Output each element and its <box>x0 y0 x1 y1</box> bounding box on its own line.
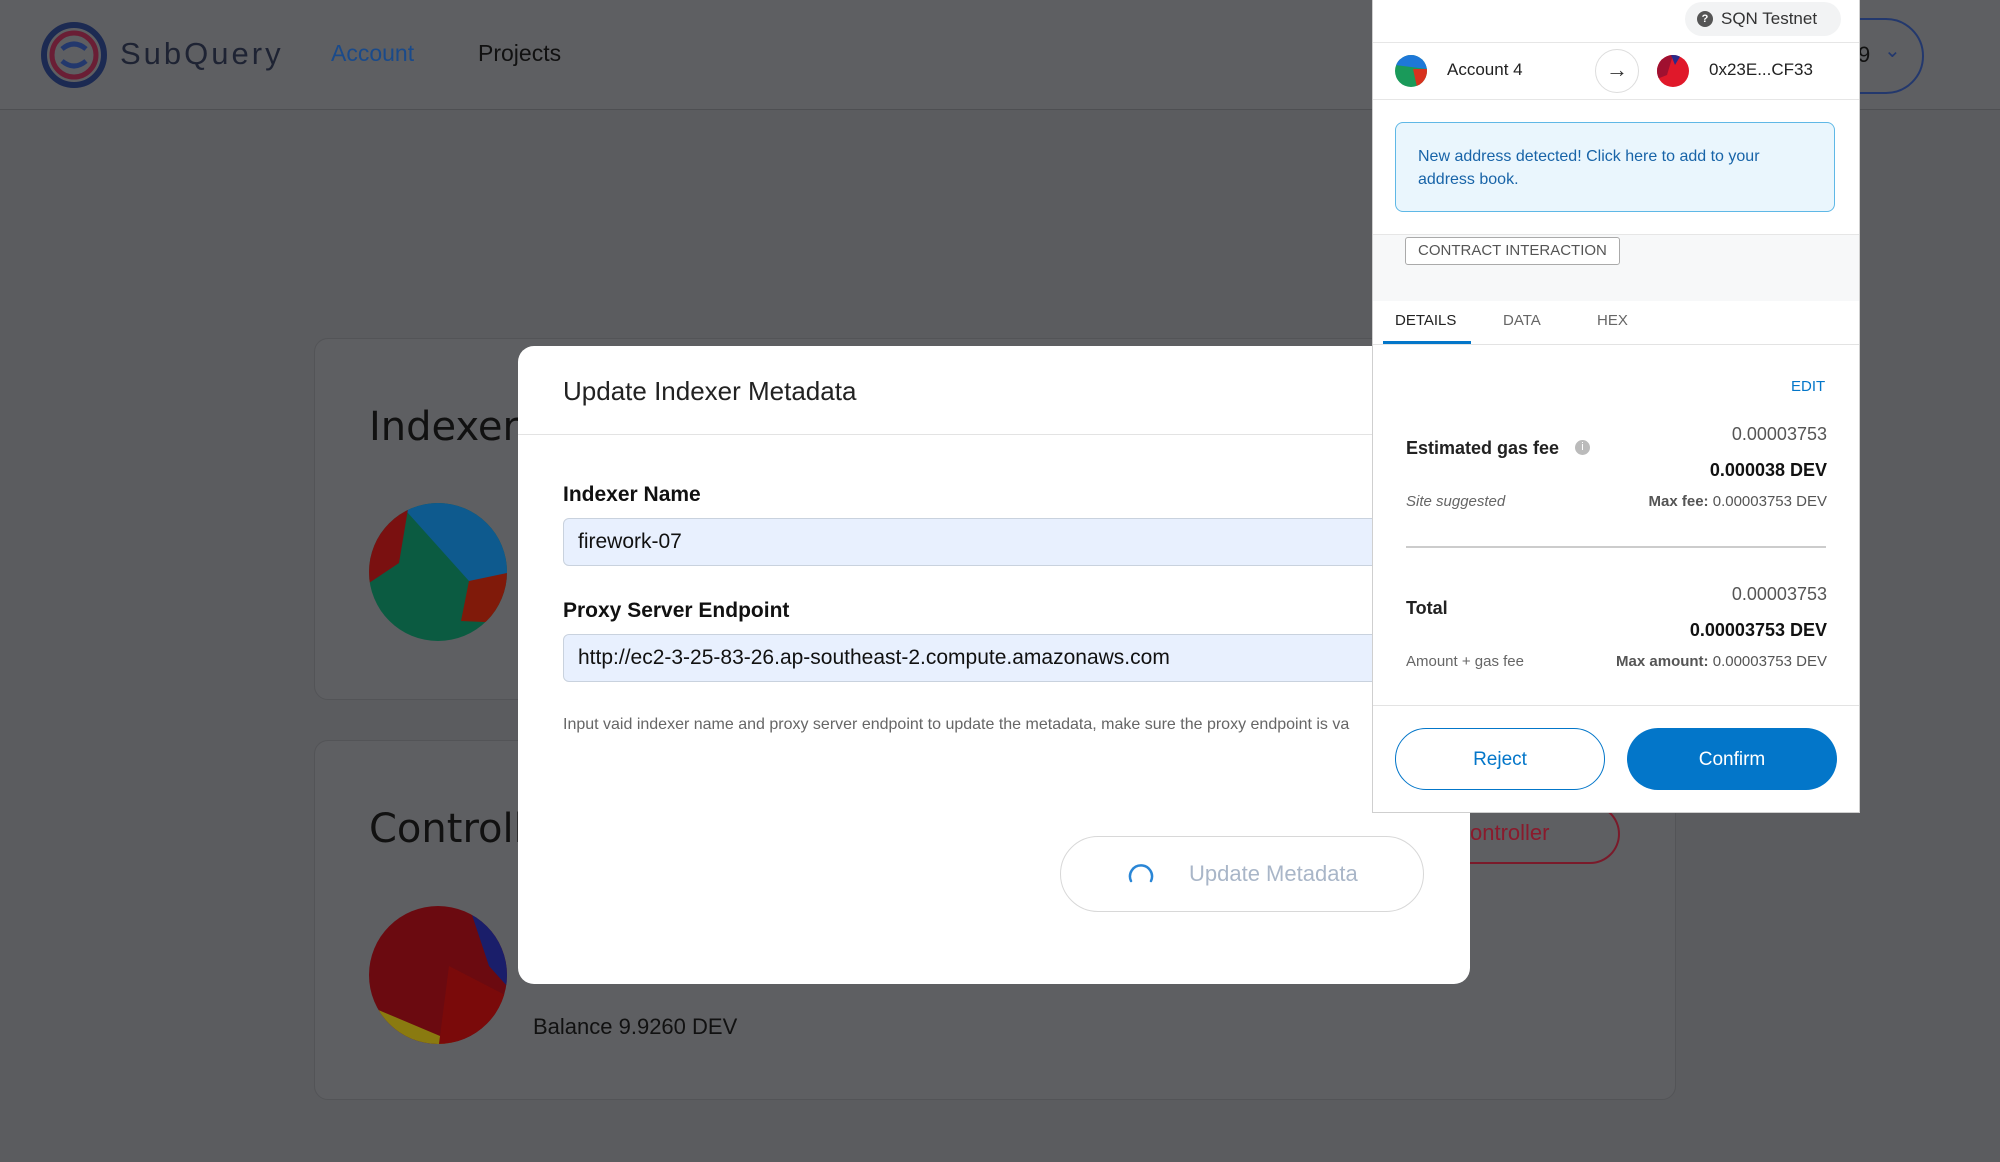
new-address-notice[interactable]: New address detected! Click here to add … <box>1395 122 1835 212</box>
from-account-name: Account 4 <box>1447 60 1523 79</box>
reject-button[interactable]: Reject <box>1395 728 1605 790</box>
total-label: Total <box>1406 598 1448 618</box>
tab-data[interactable]: DATA <box>1503 312 1541 329</box>
proxy-endpoint-label: Proxy Server Endpoint <box>563 599 790 622</box>
edit-gas-link[interactable]: EDIT <box>1791 378 1825 395</box>
max-amount-value: 0.00003753 DEV <box>1712 653 1827 670</box>
controller-button-label: ontroller <box>1470 820 1550 845</box>
info-icon[interactable]: i <box>1575 440 1590 455</box>
help-text: Input vaid indexer name and proxy server… <box>563 716 1350 733</box>
footer-divider <box>1373 705 1859 706</box>
max-fee-value: 0.00003753 DEV <box>1712 493 1827 510</box>
balance-text: Balance 9.9260 DEV <box>533 1014 738 1039</box>
question-icon: ? <box>1697 11 1713 27</box>
interaction-band: CONTRACT INTERACTION <box>1373 234 1859 301</box>
total-value-small: 0.00003753 <box>1731 584 1827 604</box>
indexer-name-input[interactable] <box>563 518 1443 566</box>
gas-fee-label: Estimated gas fee <box>1406 438 1560 458</box>
network-name: SQN Testnet <box>1721 9 1818 28</box>
proxy-endpoint-input[interactable] <box>563 634 1443 682</box>
tab-details[interactable]: DETAILS <box>1395 312 1456 329</box>
nav-projects[interactable]: Projects <box>478 40 561 67</box>
max-amount-label: Max amount: <box>1616 653 1709 670</box>
modal-title: Update Indexer Metadata <box>563 376 857 406</box>
indexer-name-label: Indexer Name <box>563 483 701 506</box>
max-fee: Max fee: 0.00003753 DEV <box>1649 493 1827 510</box>
to-account-avatar <box>1657 55 1689 87</box>
detail-tabs: DETAILS DATA HEX <box>1373 300 1859 345</box>
contract-interaction-tag: CONTRACT INTERACTION <box>1405 237 1620 265</box>
update-metadata-modal: Update Indexer Metadata Indexer Name Pro… <box>518 346 1470 984</box>
update-metadata-button[interactable]: Update Metadata <box>1060 836 1424 912</box>
from-account-avatar <box>1395 55 1427 87</box>
chevron-down-icon: ⌄ <box>1884 40 1901 62</box>
loading-spinner-icon <box>1128 864 1154 883</box>
nav-account[interactable]: Account <box>331 40 414 67</box>
gas-fee-value-small: 0.00003753 <box>1731 424 1827 444</box>
max-amount: Max amount: 0.00003753 DEV <box>1616 653 1827 670</box>
active-tab-indicator <box>1383 341 1471 344</box>
total-value-bold: 0.00003753 DEV <box>1689 620 1827 640</box>
logo-text: SubQuery <box>120 36 284 71</box>
fee-divider <box>1406 546 1826 548</box>
indexer-avatar <box>369 503 507 641</box>
site-suggested-label: Site suggested <box>1406 493 1506 510</box>
arrow-right-icon: → <box>1595 49 1639 93</box>
amount-plus-gas-label: Amount + gas fee <box>1406 653 1524 670</box>
tab-hex[interactable]: HEX <box>1597 312 1628 329</box>
gas-fee-value-bold: 0.000038 DEV <box>1709 460 1827 480</box>
modal-divider <box>518 434 1470 435</box>
confirm-button[interactable]: Confirm <box>1627 728 1837 790</box>
controller-avatar <box>369 906 507 1044</box>
network-selector[interactable]: ? SQN Testnet <box>1685 2 1841 36</box>
wallet-confirm-popup: ? SQN Testnet Account 4 → 0x23E...CF33 N… <box>1372 0 1860 813</box>
to-address: 0x23E...CF33 <box>1709 60 1813 79</box>
update-metadata-label: Update Metadata <box>1189 861 1358 886</box>
subquery-logo-icon <box>41 22 107 88</box>
max-fee-label: Max fee: <box>1648 493 1709 510</box>
accounts-row: Account 4 → 0x23E...CF33 <box>1373 42 1859 100</box>
